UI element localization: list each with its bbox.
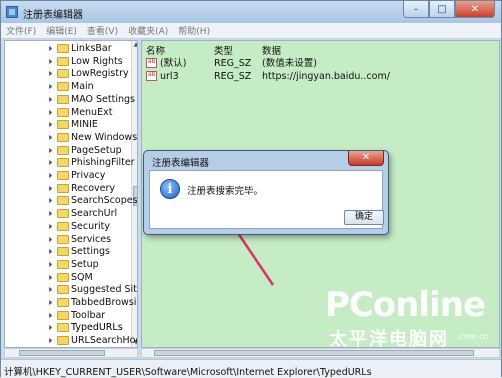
dialog-close-button[interactable]: ✕ bbox=[348, 151, 384, 166]
search-complete-dialog: 注册表编辑器 ✕ i 注册表搜索完毕。 确定 bbox=[143, 150, 389, 235]
dialog-body: i 注册表搜索完毕。 确定 bbox=[149, 170, 384, 229]
regedit-window: 注册表编辑器 – □ ✕ 文件(F) 编辑(E) 查看(V) 收藏夹(A) 帮助… bbox=[0, 0, 502, 378]
dialog-title: 注册表编辑器 bbox=[152, 158, 210, 169]
ok-button[interactable]: 确定 bbox=[344, 210, 384, 225]
dialog-message: 注册表搜索完毕。 bbox=[187, 186, 264, 197]
info-icon: i bbox=[160, 179, 180, 199]
